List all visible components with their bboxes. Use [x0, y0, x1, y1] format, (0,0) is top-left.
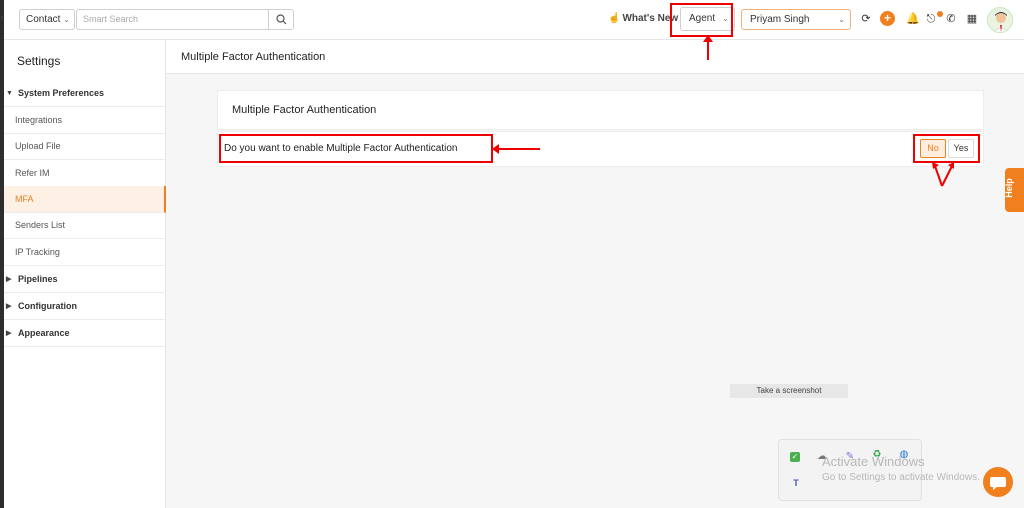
- annotation-box-role: [670, 3, 733, 37]
- caret-right-icon: ▶: [6, 330, 12, 337]
- sidebar-item-label: Appearance: [18, 328, 70, 338]
- sidebar-item-label: System Preferences: [18, 88, 105, 98]
- annotation-box-toggle: [913, 134, 980, 163]
- sidebar-group-system-preferences[interactable]: ▼ System Preferences: [4, 80, 166, 107]
- entity-select-label: Contact: [26, 14, 61, 25]
- sidebar-item-label: Refer IM: [15, 168, 50, 178]
- annotation-arrow-left: [492, 144, 540, 154]
- user-select[interactable]: Priyam Singh ⌄: [741, 9, 851, 30]
- screenshot-tooltip[interactable]: Take a screenshot: [730, 384, 848, 398]
- hand-icon: ☝: [608, 13, 621, 24]
- sidebar-group-appearance[interactable]: ▶ Appearance: [4, 320, 166, 347]
- sidebar-group-pipelines[interactable]: ▶ Pipelines: [4, 266, 166, 293]
- annotation-arrows-up: [932, 162, 954, 187]
- activate-windows-title: Activate Windows: [822, 454, 925, 469]
- sidebar-title: Settings: [17, 54, 61, 68]
- search-button[interactable]: [268, 9, 294, 30]
- sidebar-item-senders-list[interactable]: Senders List: [4, 212, 166, 239]
- annotation-box-question: [219, 134, 493, 163]
- help-tab[interactable]: Help: [1003, 168, 1024, 212]
- chevron-down-icon: ⌄: [838, 15, 845, 24]
- shield-icon[interactable]: ✓: [790, 452, 800, 462]
- teams-icon[interactable]: T: [791, 478, 801, 488]
- sidebar-item-label: Integrations: [15, 115, 63, 125]
- sidebar-item-label: Configuration: [18, 301, 77, 311]
- chat-button[interactable]: [983, 467, 1013, 497]
- phone-icon[interactable]: ✆: [944, 12, 958, 26]
- sidebar-item-ip-tracking[interactable]: IP Tracking: [4, 239, 166, 266]
- sidebar-item-label: Senders List: [15, 220, 66, 230]
- top-bar: Contact ⌄ Smart Search ☝ What's New Agent…: [4, 0, 1024, 40]
- help-label: Help: [1003, 178, 1014, 198]
- system-tray-popup: ✓ ☁ ✎ ♻ ◍ T: [778, 439, 922, 501]
- chevron-down-icon: ⌄: [63, 15, 70, 24]
- content-header: Multiple Factor Authentication: [166, 40, 1024, 74]
- add-button[interactable]: +: [880, 11, 895, 26]
- user-select-label: Priyam Singh: [750, 14, 810, 25]
- chat-icon: [990, 477, 1006, 490]
- mfa-card-header: Multiple Factor Authentication: [217, 90, 984, 130]
- sidebar-item-upload-file[interactable]: Upload File: [4, 133, 166, 160]
- activate-windows-subtitle: Go to Settings to activate Windows.: [822, 472, 980, 483]
- calculator-icon[interactable]: ▦: [965, 12, 979, 26]
- avatar[interactable]: [987, 7, 1013, 33]
- card-title: Multiple Factor Authentication: [232, 104, 377, 116]
- user-avatar-icon: [993, 12, 1009, 32]
- search-input[interactable]: Smart Search: [76, 9, 269, 30]
- refresh-icon[interactable]: ⟳: [859, 12, 873, 26]
- sidebar-group-configuration[interactable]: ▶ Configuration: [4, 293, 166, 320]
- search-icon: [276, 14, 287, 25]
- sidebar-item-mfa[interactable]: MFA: [4, 186, 166, 213]
- sidebar-item-label: Upload File: [15, 141, 61, 151]
- sidebar-item-label: MFA: [15, 194, 34, 204]
- sidebar-item-label: Pipelines: [18, 274, 58, 284]
- page-title: Multiple Factor Authentication: [181, 51, 326, 63]
- whats-new-link[interactable]: ☝ What's New: [608, 13, 678, 24]
- bell-icon[interactable]: 🔔: [906, 12, 920, 26]
- sidebar-item-refer-im[interactable]: Refer IM: [4, 160, 166, 187]
- sidebar-item-label: IP Tracking: [15, 247, 60, 257]
- settings-sidebar: Settings ▼ System Preferences Integratio…: [4, 40, 166, 508]
- sidebar-item-integrations[interactable]: Integrations: [4, 107, 166, 134]
- annotation-arrow-up: [703, 35, 713, 60]
- notification-dot: [937, 11, 943, 17]
- caret-down-icon: ▼: [6, 90, 13, 97]
- entity-select[interactable]: Contact ⌄: [19, 9, 75, 30]
- caret-right-icon: ▶: [6, 303, 12, 310]
- logout-icon[interactable]: ⎋: [924, 12, 938, 26]
- caret-right-icon: ▶: [6, 276, 12, 283]
